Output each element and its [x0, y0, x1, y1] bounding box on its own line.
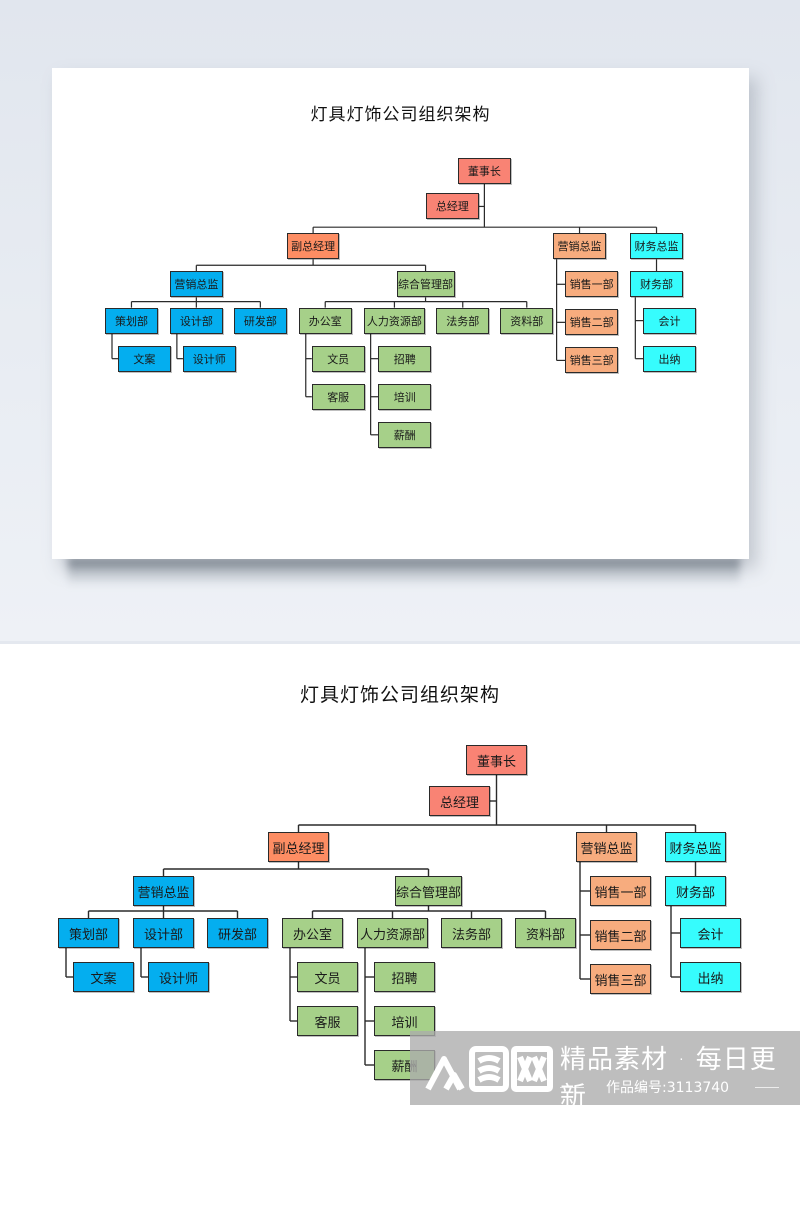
- org-node-gm3: 资料部: [515, 918, 576, 948]
- org-node-gm: 总经理: [429, 786, 490, 816]
- org-node-genmgmt: 综合管理部: [395, 876, 462, 906]
- org-node-mk1c0: 设计师: [148, 962, 209, 992]
- watermark-slogan: 精品素材 · 每日更新: [560, 1045, 777, 1112]
- org-node-chairman: 董事长: [466, 745, 527, 775]
- org-node-findept: 财务部: [665, 876, 726, 906]
- org-node-findir: 财务总监: [665, 832, 726, 862]
- org-node-mk0c0: 文案: [73, 962, 134, 992]
- org-node-mk1: 设计部: [133, 918, 194, 948]
- org-node-deputy: 副总经理: [268, 832, 329, 862]
- watermark: 精品素材 · 每日更新 作品编号:3113740: [410, 1031, 800, 1112]
- org-node-sd1: 销售二部: [590, 920, 651, 950]
- org-node-gm0c1: 客服: [297, 1006, 358, 1036]
- watermark-divider: [755, 1087, 779, 1088]
- org-node-sd2: 销售三部: [590, 964, 651, 994]
- org-node-mktdir: 营销总监: [133, 876, 194, 906]
- org-node-salesdir: 营销总监: [576, 832, 637, 862]
- brand-logo-icon: [424, 1043, 554, 1093]
- org-node-gm1: 人力资源部: [357, 918, 428, 948]
- org-node-mk2: 研发部: [207, 918, 268, 948]
- org-node-gm0c0: 文员: [297, 962, 358, 992]
- org-node-fc0: 会计: [680, 918, 741, 948]
- org-node-sd0: 销售一部: [590, 876, 651, 906]
- org-node-fc1: 出纳: [680, 962, 741, 992]
- org-node-mk0: 策划部: [58, 918, 119, 948]
- org-node-gm1c0: 招聘: [374, 962, 435, 992]
- org-node-gm0: 办公室: [282, 918, 343, 948]
- watermark-divider: [560, 1087, 584, 1088]
- watermark-id: 作品编号:3113740: [606, 1080, 730, 1096]
- org-node-gm2: 法务部: [441, 918, 502, 948]
